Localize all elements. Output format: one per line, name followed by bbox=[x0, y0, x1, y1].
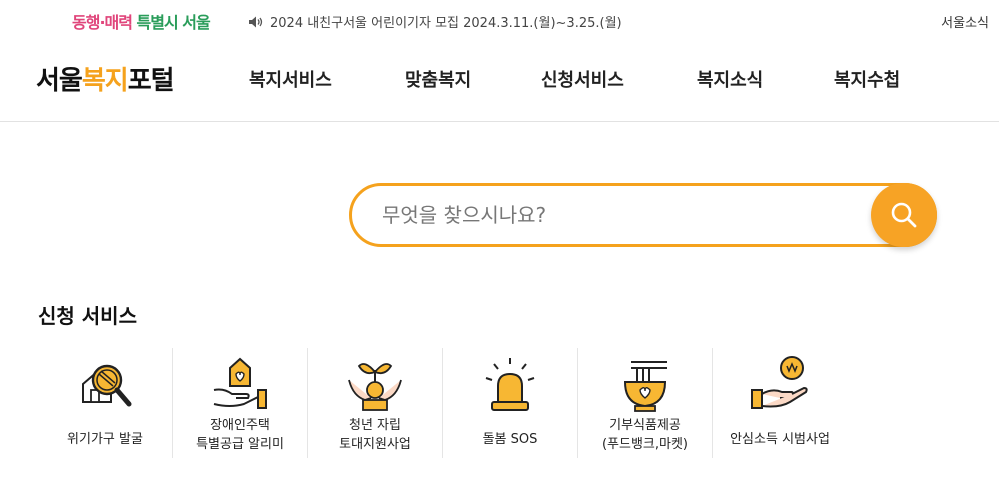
service-item-disabled-housing[interactable]: 장애인주택 특별공급 알리미 bbox=[173, 348, 307, 468]
nav-welfare-handbook[interactable]: 복지수첩 bbox=[834, 66, 900, 92]
service-label: 기부식품제공 (푸드뱅크,마켓) bbox=[601, 418, 689, 452]
hand-coin-icon bbox=[751, 356, 808, 409]
service-label: 돌봄 SOS bbox=[482, 432, 538, 447]
slogan-part2: 특별시 서울 bbox=[136, 13, 211, 32]
nav-custom-welfare[interactable]: 맞춤복지 bbox=[405, 66, 471, 92]
search-box bbox=[349, 183, 937, 247]
main-nav: 복지서비스 맞춤복지 신청서비스 복지소식 복지수첩 bbox=[0, 66, 999, 94]
service-label: 장애인주택 특별공급 알리미 bbox=[196, 418, 284, 452]
section-title: 신청 서비스 bbox=[38, 304, 137, 328]
seoul-news-link[interactable]: 서울소식 bbox=[941, 12, 989, 31]
nav-application-services[interactable]: 신청서비스 bbox=[541, 66, 624, 92]
search-button[interactable] bbox=[871, 183, 937, 247]
speaker-icon bbox=[249, 16, 263, 27]
top-bar: 동행·매력 특별시 서울 2024 내친구서울 어린이기자 모집 2024.3.… bbox=[0, 0, 999, 44]
service-item-safe-income[interactable]: 안심소득 시범사업 bbox=[713, 348, 847, 468]
notice-ticker[interactable]: 2024 내친구서울 어린이기자 모집 2024.3.11.(월)~3.25.(… bbox=[248, 12, 622, 31]
service-label: 위기가구 발굴 bbox=[67, 432, 143, 447]
magnifier-house-icon bbox=[82, 364, 132, 407]
service-label: 청년 자립 토대지원사업 bbox=[339, 418, 411, 452]
alarm-light-icon bbox=[485, 358, 535, 411]
hand-house-icon bbox=[213, 357, 267, 409]
search-input[interactable] bbox=[382, 200, 852, 230]
service-item-care-sos[interactable]: 돌봄 SOS bbox=[443, 348, 577, 468]
service-item-youth-independence[interactable]: 청년 자립 토대지원사업 bbox=[308, 348, 442, 468]
service-label: 안심소득 시범사업 bbox=[730, 432, 830, 447]
service-item-food-donation[interactable]: 기부식품제공 (푸드뱅크,마켓) bbox=[578, 348, 712, 468]
nav-welfare-news[interactable]: 복지소식 bbox=[697, 66, 763, 92]
slogan-part1: 동행·매력 bbox=[72, 13, 133, 32]
notice-text: 2024 내친구서울 어린이기자 모집 2024.3.11.(월)~3.25.(… bbox=[270, 16, 622, 31]
site-header: 서울복지포털 복지서비스 맞춤복지 신청서비스 복지소식 복지수첩 bbox=[0, 44, 999, 122]
seoul-slogan-logo[interactable]: 동행·매력 특별시 서울 bbox=[72, 9, 211, 33]
nav-welfare-services[interactable]: 복지서비스 bbox=[249, 66, 332, 92]
hands-sprout-icon bbox=[348, 363, 402, 411]
search-icon bbox=[891, 202, 917, 228]
service-item-crisis-household[interactable]: 위기가구 발굴 bbox=[38, 348, 172, 468]
service-list: 위기가구 발굴 장애인주택 특별공급 알리미 청년 자립 토대지원사업 돌봄 S… bbox=[38, 348, 848, 468]
food-bowl-icon bbox=[623, 361, 667, 412]
